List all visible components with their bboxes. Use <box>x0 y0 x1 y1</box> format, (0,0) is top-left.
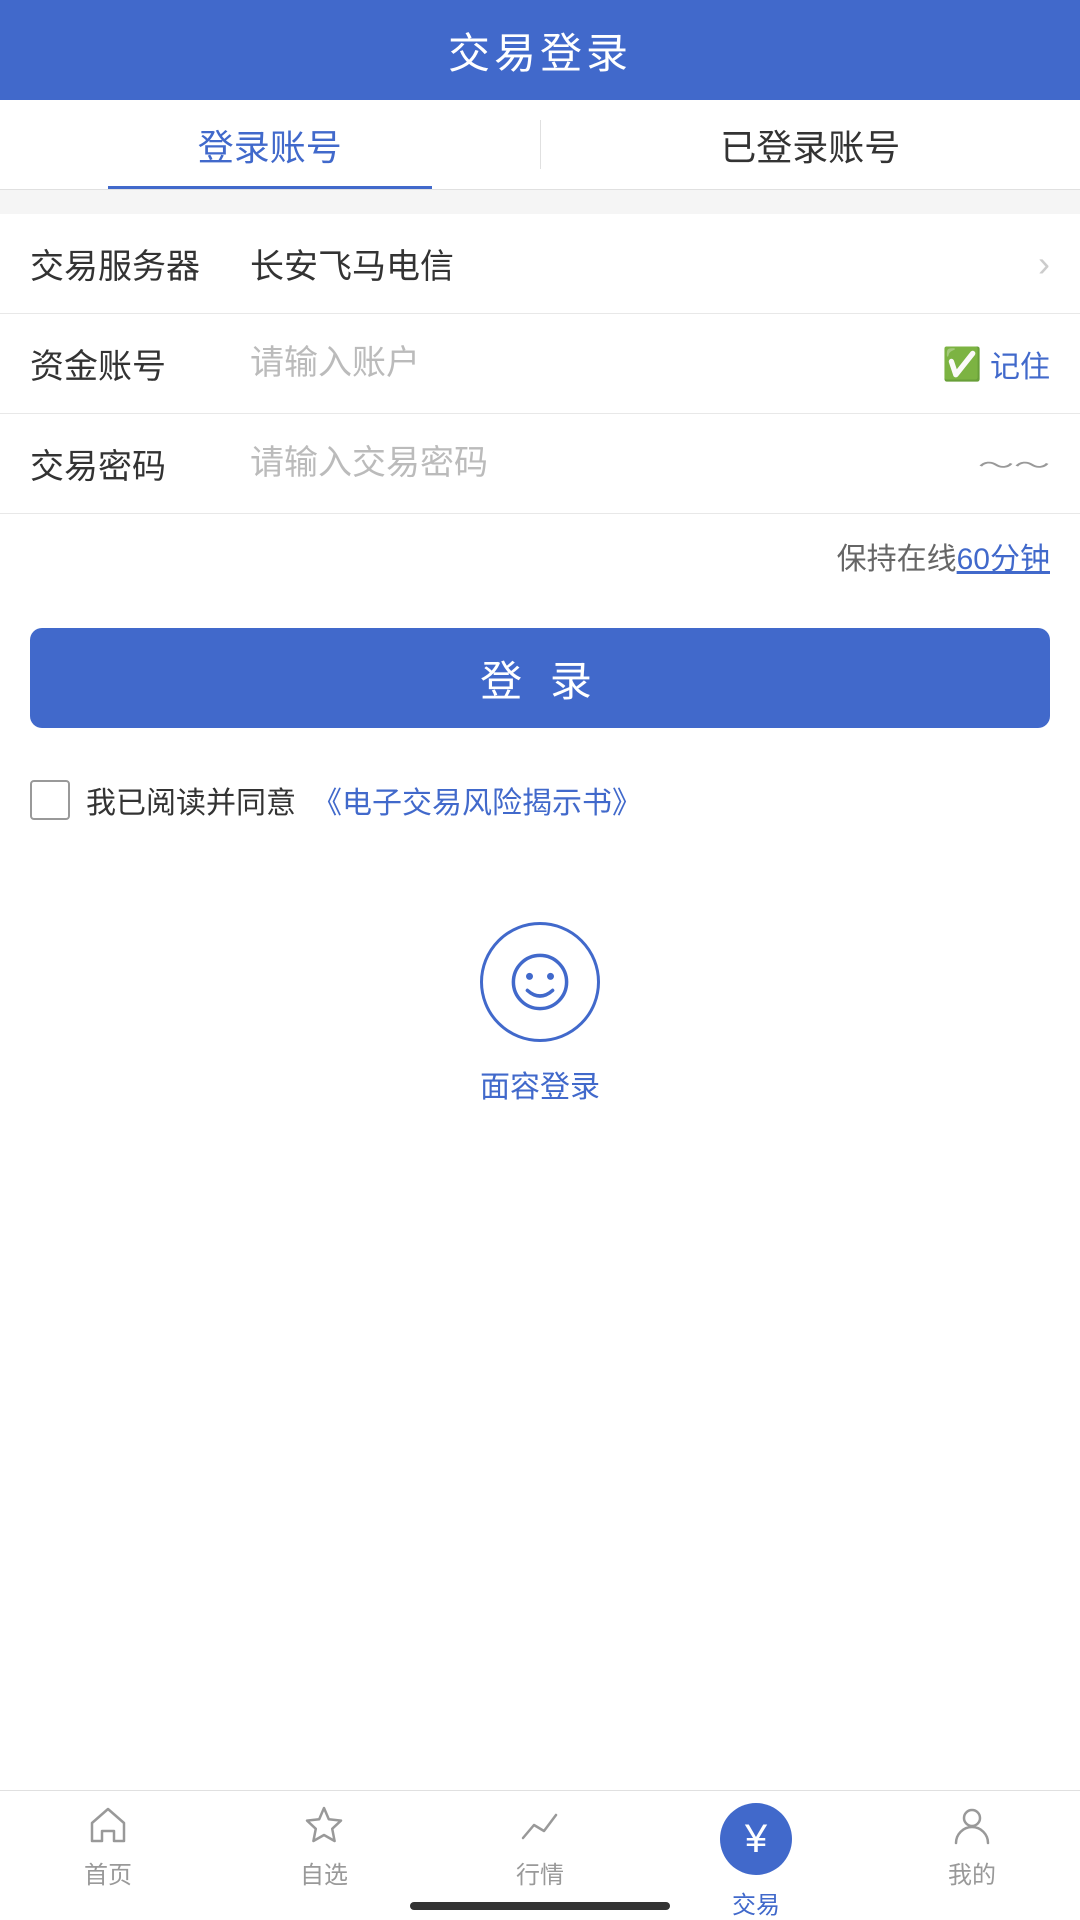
tab-switch: 登录账号 已登录账号 <box>0 100 1080 190</box>
account-label: 资金账号 <box>30 339 230 388</box>
agreement-text: 我已阅读并同意 <box>86 778 296 822</box>
keep-online-link[interactable]: 60分钟 <box>957 534 1050 578</box>
keep-online-row: 保持在线 60分钟 <box>0 514 1080 598</box>
agreement-link[interactable]: 《电子交易风险揭示书》 <box>312 778 642 822</box>
trade-active-circle: ¥ <box>720 1803 792 1875</box>
server-row[interactable]: 交易服务器 长安飞马电信 › <box>0 214 1080 314</box>
eye-icon[interactable]: 〜〜 <box>978 448 1050 479</box>
form-area: 交易服务器 长安飞马电信 › 资金账号 ✅ 记住 交易密码 〜〜 <box>0 214 1080 514</box>
account-input[interactable] <box>250 344 942 383</box>
server-value: 长安飞马电信 <box>250 239 1038 288</box>
nav-label-profile: 我的 <box>948 1855 996 1890</box>
bottom-nav: 首页 自选 行情 ¥ 交易 我的 <box>0 1790 1080 1920</box>
nav-label-watchlist: 自选 <box>300 1855 348 1890</box>
agreement-checkbox[interactable] <box>30 780 70 820</box>
home-icon <box>86 1803 130 1847</box>
password-row: 交易密码 〜〜 <box>0 414 1080 514</box>
nav-label-home: 首页 <box>84 1855 132 1890</box>
yuan-icon: ¥ <box>745 1817 767 1862</box>
face-login-area[interactable]: 面容登录 <box>0 862 1080 1146</box>
server-label: 交易服务器 <box>30 239 230 288</box>
chart-icon <box>518 1803 562 1847</box>
face-id-icon <box>505 947 575 1017</box>
star-icon <box>302 1803 346 1847</box>
face-login-label: 面容登录 <box>480 1062 600 1106</box>
nav-item-market[interactable]: 行情 <box>432 1803 648 1890</box>
remember-toggle[interactable]: ✅ 记住 <box>942 342 1050 386</box>
main-content: 登录账号 已登录账号 交易服务器 长安飞马电信 › 资金账号 ✅ 记住 交易密码 <box>0 100 1080 1790</box>
face-icon-circle <box>480 922 600 1042</box>
tab-login-account[interactable]: 登录账号 <box>0 100 540 189</box>
nav-item-profile[interactable]: 我的 <box>864 1803 1080 1890</box>
nav-label-market: 行情 <box>516 1855 564 1890</box>
login-button[interactable]: 登 录 <box>30 628 1050 728</box>
password-label: 交易密码 <box>30 439 230 488</box>
content-spacer <box>0 1146 1080 1790</box>
home-indicator <box>410 1902 670 1910</box>
keep-online-prefix: 保持在线 <box>837 534 957 578</box>
nav-item-trade[interactable]: ¥ 交易 <box>648 1803 864 1920</box>
nav-item-home[interactable]: 首页 <box>0 1803 216 1890</box>
password-input[interactable] <box>250 444 978 483</box>
header: 交易登录 <box>0 0 1080 100</box>
nav-label-trade: 交易 <box>732 1885 780 1920</box>
nav-item-watchlist[interactable]: 自选 <box>216 1803 432 1890</box>
person-icon <box>950 1803 994 1847</box>
chevron-right-icon: › <box>1038 243 1050 285</box>
check-circle-icon: ✅ <box>942 345 982 383</box>
account-row: 资金账号 ✅ 记住 <box>0 314 1080 414</box>
page-title: 交易登录 <box>448 20 632 81</box>
remember-text: 记住 <box>990 342 1050 386</box>
login-btn-area: 登 录 <box>0 598 1080 758</box>
agreement-row: 我已阅读并同意 《电子交易风险揭示书》 <box>0 758 1080 862</box>
tab-logged-accounts[interactable]: 已登录账号 <box>541 100 1080 189</box>
